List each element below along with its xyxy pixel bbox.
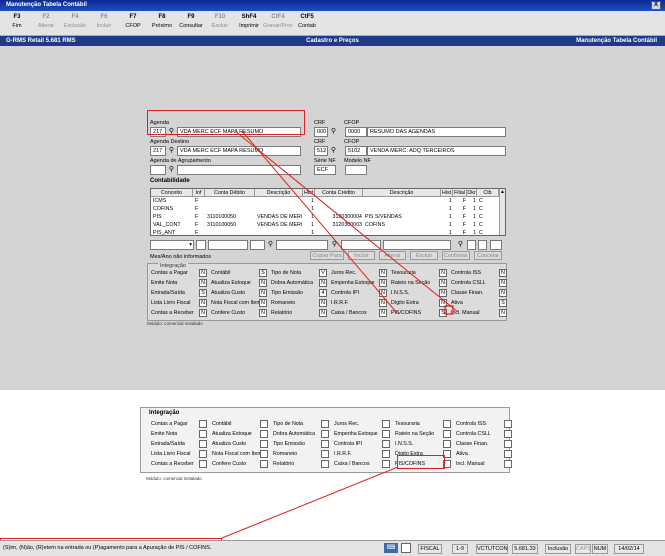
- annotation-lines: [221, 130, 459, 539]
- status-bar: (S)im, (N)ão, (R)etem na entrada ou (P)a…: [0, 540, 665, 556]
- status-mode: Inclusão: [545, 544, 571, 554]
- status-date: 14/02/14: [614, 544, 644, 554]
- annotation-line: [241, 130, 398, 314]
- keyboard-icon[interactable]: ⌨: [384, 543, 398, 553]
- window-icon[interactable]: [401, 543, 411, 553]
- status-caps: CAPS: [575, 544, 591, 554]
- status-fiscal: FISCAL: [418, 544, 442, 554]
- status-page: 1-9: [452, 544, 468, 554]
- status-num: NUM: [592, 544, 608, 554]
- status-user: VCTUTCON: [476, 544, 508, 554]
- annotation-line: [234, 130, 459, 313]
- status-version: 5.681.33: [512, 544, 538, 554]
- annotation-line: [221, 466, 399, 539]
- status-message: (S)im, (N)ão, (R)etem na entrada ou (P)a…: [3, 545, 212, 551]
